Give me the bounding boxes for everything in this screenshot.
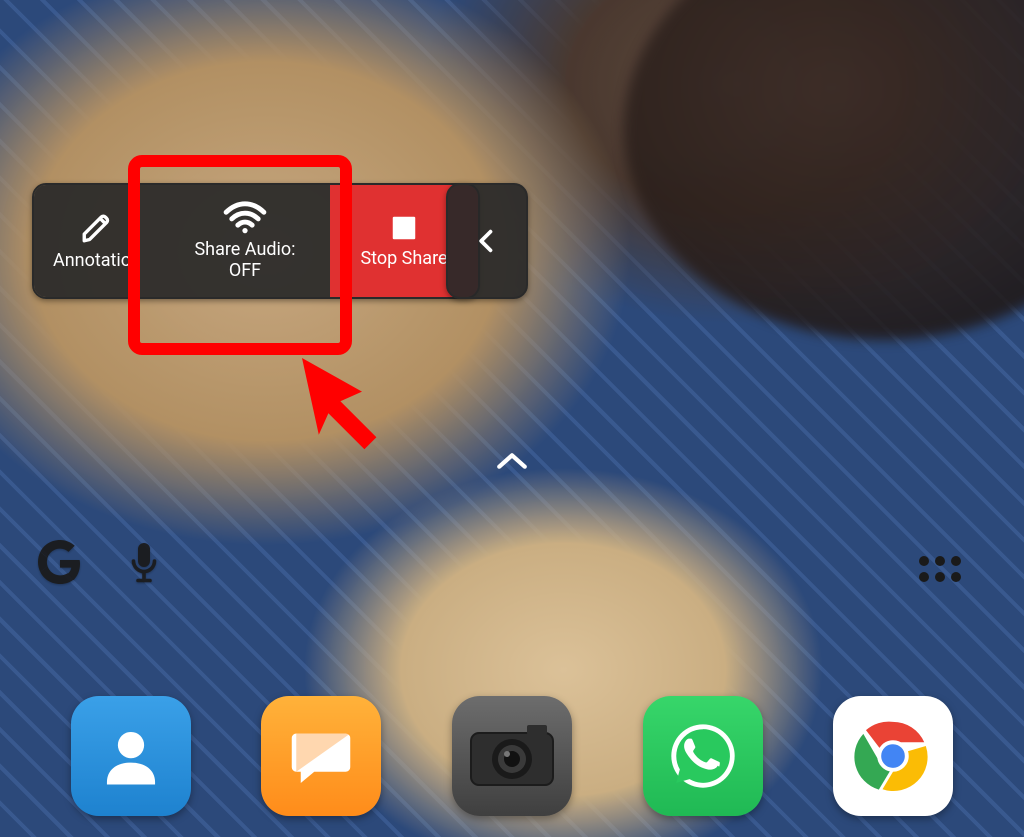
wifi-icon: [222, 200, 268, 234]
google-g-icon: [36, 540, 84, 588]
app-contacts[interactable]: [71, 696, 191, 816]
app-whatsapp[interactable]: [643, 696, 763, 816]
app-drawer-dots-icon: [916, 552, 964, 586]
collapse-toolbar-button[interactable]: [446, 183, 528, 299]
share-audio-label: Share Audio: OFF: [194, 240, 295, 281]
microphone-icon[interactable]: [126, 540, 162, 588]
google-search-widget[interactable]: [36, 540, 162, 588]
messages-icon: [285, 720, 357, 792]
app-messages[interactable]: [261, 696, 381, 816]
swipe-up-indicator[interactable]: [495, 450, 529, 472]
stop-icon: [389, 213, 419, 243]
chrome-icon: [851, 714, 935, 798]
pencil-icon: [80, 211, 114, 245]
annotation-button[interactable]: Annotation: [34, 185, 160, 297]
share-audio-button[interactable]: Share Audio: OFF: [160, 185, 330, 297]
app-camera[interactable]: [452, 696, 572, 816]
whatsapp-icon: [664, 717, 742, 795]
contacts-icon: [96, 721, 166, 791]
chevron-left-icon: [473, 219, 501, 263]
chevron-up-icon: [495, 450, 529, 472]
screen-share-toolbar: Annotation Share Audio: OFF Stop Share: [32, 183, 480, 299]
annotation-label: Annotation: [53, 251, 141, 272]
camera-icon: [469, 723, 555, 789]
app-drawer-button[interactable]: [916, 552, 964, 586]
dock: [0, 691, 1024, 821]
app-chrome[interactable]: [833, 696, 953, 816]
stop-share-label: Stop Share: [360, 249, 447, 270]
